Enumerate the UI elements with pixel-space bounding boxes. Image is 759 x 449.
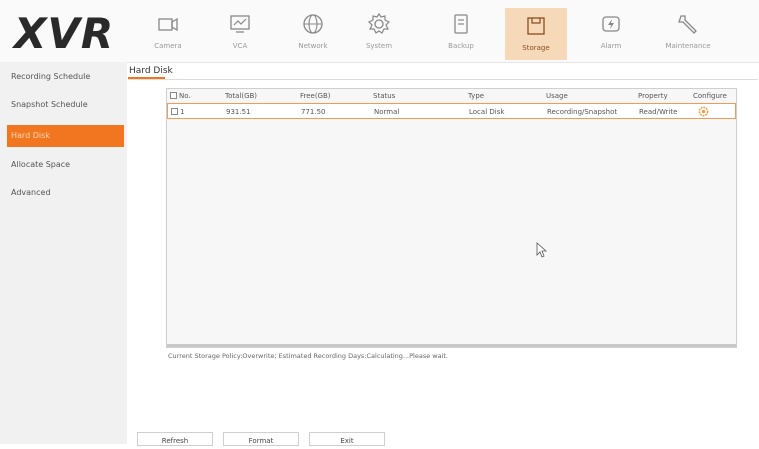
sidebar-item-snapshot-schedule[interactable]: Snapshot Schedule [7, 94, 124, 116]
row-checkbox[interactable] [171, 108, 178, 115]
cell-property: Read/Write [639, 108, 678, 116]
configure-gear-icon[interactable] [698, 106, 709, 117]
cell-total: 931.51 [226, 108, 251, 116]
table-row[interactable]: 1 931.51 771.50 Normal Local Disk Record… [167, 103, 736, 119]
sidebar-item-recording-schedule[interactable]: Recording Schedule [7, 66, 124, 88]
nav-storage[interactable]: Storage [505, 8, 567, 60]
vca-icon [230, 15, 250, 33]
hard-disk-table: No. Total(GB) Free(GB) Status Type Usage… [166, 88, 737, 348]
sidebar: Recording Schedule Snapshot Schedule Har… [0, 62, 127, 444]
nav-backup[interactable]: Backup [430, 6, 492, 56]
globe-icon [303, 14, 323, 34]
cell-type: Local Disk [469, 108, 505, 116]
nav-vca[interactable]: VCA [209, 6, 271, 56]
cell-free: 771.50 [301, 108, 326, 116]
select-all-checkbox[interactable] [170, 92, 177, 99]
logo: XVR [14, 9, 115, 58]
sidebar-item-allocate-space[interactable]: Allocate Space [7, 154, 124, 176]
cell-status: Normal [374, 108, 400, 116]
mouse-cursor-icon [536, 242, 548, 258]
storage-policy-text: Current Storage Policy:Overwrite; Estima… [168, 352, 449, 360]
top-header: XVR Camera VCA Network System Backup Sto… [0, 0, 759, 63]
nav-network[interactable]: Network [282, 6, 344, 56]
column-header-configure: Configure [693, 92, 727, 100]
alarm-icon [602, 16, 620, 32]
nav-camera[interactable]: Camera [137, 6, 199, 56]
cell-no: 1 [180, 108, 185, 116]
wrench-icon [678, 15, 697, 34]
column-header-usage: Usage [546, 92, 568, 100]
sidebar-item-advanced[interactable]: Advanced [7, 182, 124, 204]
column-header-no: No. [179, 92, 191, 100]
gear-icon [367, 12, 391, 34]
divider [128, 79, 758, 80]
nav-maintenance[interactable]: Maintenance [657, 6, 719, 56]
sidebar-item-hard-disk[interactable]: Hard Disk [7, 125, 124, 147]
column-header-total: Total(GB) [225, 92, 258, 100]
storage-icon [527, 17, 545, 35]
horizontal-scrollbar[interactable] [167, 344, 736, 347]
column-header-free: Free(GB) [300, 92, 331, 100]
camera-icon [158, 17, 178, 32]
tab-hard-disk[interactable]: Hard Disk [129, 66, 173, 76]
nav-system[interactable]: System [348, 6, 410, 56]
column-header-property: Property [638, 92, 668, 100]
column-header-status: Status [373, 92, 396, 100]
column-header-type: Type [468, 92, 485, 100]
nav-alarm[interactable]: Alarm [580, 6, 642, 56]
backup-icon [454, 14, 468, 34]
cell-usage: Recording/Snapshot [547, 108, 618, 116]
table-header: No. Total(GB) Free(GB) Status Type Usage… [167, 89, 736, 104]
